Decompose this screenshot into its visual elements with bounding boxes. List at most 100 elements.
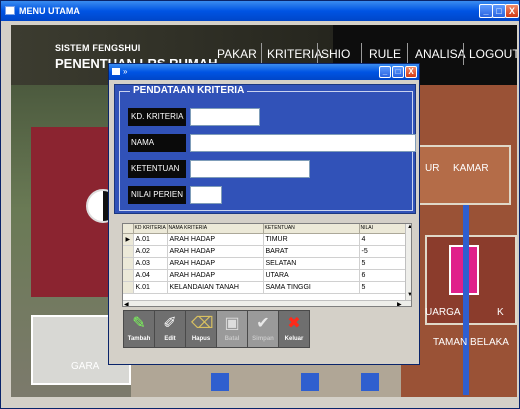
table-cell[interactable]: A.04 [133, 269, 168, 282]
table-cell[interactable]: ARAH HADAP [167, 257, 264, 270]
horizontal-scrollbar[interactable]: ◀ ▶ [123, 300, 411, 306]
nilai-perien-label: NILAI PERIEN [128, 186, 186, 204]
nav-logout[interactable]: LOGOUT [469, 47, 517, 61]
nav-analisa[interactable]: ANALISA [415, 47, 466, 61]
room-label: UARGA [425, 307, 461, 318]
close-button[interactable]: X [505, 4, 519, 18]
table-row[interactable]: A.03 ARAH HADAP SELATAN 5 [123, 257, 406, 270]
form-group: PENDATAAN KRITERIA KD. KRITERIA NAMA KET… [119, 85, 416, 211]
ketentuan-field[interactable] [190, 160, 310, 178]
button-label: Keluar [284, 336, 304, 342]
row-selector [123, 245, 134, 258]
pen-icon: ✎ [132, 315, 146, 332]
button-label: Simpan [252, 336, 274, 342]
nav-kriteria[interactable]: KRITERIA [267, 47, 322, 61]
kd-kriteria-label: KD. KRITERIA [128, 108, 186, 126]
button-label: Batal [224, 336, 240, 342]
table-cell[interactable]: 5 [359, 281, 406, 294]
table-cell[interactable]: BARAT [263, 245, 360, 258]
button-label: Hapus [191, 336, 211, 342]
grid-corner [123, 224, 134, 234]
kd-kriteria-field[interactable] [190, 108, 260, 126]
table-cell[interactable]: SELATAN [263, 257, 360, 270]
table-cell[interactable]: A.01 [133, 233, 168, 246]
vertical-scrollbar[interactable]: ▲ ▼ [405, 224, 411, 300]
button-label: Edit [164, 336, 176, 342]
column-header[interactable]: NAMA KRITERIA [167, 224, 264, 234]
action-toolbar: ✎ Tambah ✐ Edit ⌫ Hapus ▣ Batal ✔ Simpan… [123, 310, 310, 348]
arrow-path-image [463, 205, 469, 395]
table-cell[interactable]: TIMUR [263, 233, 360, 246]
app-icon [5, 6, 15, 15]
edit-button[interactable]: ✐ Edit [154, 310, 186, 348]
hapus-button[interactable]: ⌫ Hapus [185, 310, 217, 348]
batal-button[interactable]: ▣ Batal [216, 310, 248, 348]
nav-shio[interactable]: SHIO [321, 47, 350, 61]
row-selector [123, 257, 134, 270]
nav-divider [317, 43, 318, 65]
table-row[interactable]: A.02 ARAH HADAP BARAT -5 [123, 245, 406, 258]
room-label: TAMAN BELAKA [433, 337, 509, 348]
kriteria-dialog: » _ □ X PENDATAAN KRITERIA KD. KRITERIA … [108, 63, 420, 365]
room-label: GARA [71, 361, 100, 372]
scroll-up-icon[interactable]: ▲ [407, 224, 411, 230]
dialog-titlebar: » _ □ X [109, 64, 419, 80]
arrow-image [361, 373, 379, 391]
scroll-left-icon[interactable]: ◀ [124, 301, 129, 306]
room-label: UR [425, 163, 440, 174]
table-cell[interactable]: 6 [359, 269, 406, 282]
column-header[interactable]: KD KRITERIA [133, 224, 168, 234]
table-row[interactable]: K.01 KELANDAIAN TANAH SAMA TINGGI 5 [123, 281, 406, 294]
nav-divider [261, 43, 262, 65]
checkmark-icon: ✔ [256, 315, 270, 332]
table-cell[interactable]: -5 [359, 245, 406, 258]
window-titlebar: MENU UTAMA _ □ X [1, 1, 519, 21]
form-panel: PENDATAAN KRITERIA KD. KRITERIA NAMA KET… [114, 84, 416, 214]
table-cell[interactable]: SAMA TINGGI [263, 281, 360, 294]
nama-field[interactable] [190, 134, 416, 152]
room-label: KAMAR [453, 163, 489, 174]
arrow-image [301, 373, 319, 391]
table-cell[interactable]: UTARA [263, 269, 360, 282]
dialog-close-button[interactable]: X [405, 66, 417, 78]
table-cell[interactable]: ARAH HADAP [167, 245, 264, 258]
tambah-button[interactable]: ✎ Tambah [123, 310, 155, 348]
table-cell[interactable]: 4 [359, 233, 406, 246]
dialog-icon [112, 68, 120, 75]
table-cell[interactable]: KELANDAIAN TANAH [167, 281, 264, 294]
nav-rule[interactable]: RULE [369, 47, 401, 61]
system-title: SISTEM FENGSHUI [55, 43, 141, 53]
table-row[interactable]: A.04 ARAH HADAP UTARA 6 [123, 269, 406, 282]
edit-icon: ✐ [163, 315, 177, 332]
column-header[interactable]: NILAI [359, 224, 406, 234]
nav-divider [361, 43, 362, 65]
simpan-button[interactable]: ✔ Simpan [247, 310, 279, 348]
ketentuan-label: KETENTUAN [128, 160, 186, 178]
group-title: PENDATAAN KRITERIA [130, 85, 248, 96]
nav-pakar[interactable]: PAKAR [217, 47, 257, 61]
column-header[interactable]: KETENTUAN [263, 224, 360, 234]
cancel-icon: ▣ [224, 315, 240, 332]
table-cell[interactable]: 5 [359, 257, 406, 270]
keluar-button[interactable]: ✖ Keluar [278, 310, 310, 348]
dialog-title: » [123, 67, 128, 76]
delete-icon: ⌫ [191, 315, 214, 332]
window-title: MENU UTAMA [19, 6, 80, 16]
table-cell[interactable]: K.01 [133, 281, 168, 294]
room-label: K [497, 307, 504, 318]
table-cell[interactable]: ARAH HADAP [167, 269, 264, 282]
table-row[interactable]: ▶ A.01 ARAH HADAP TIMUR 4 [123, 233, 406, 246]
table-cell[interactable]: A.03 [133, 257, 168, 270]
maximize-button[interactable]: □ [492, 4, 506, 18]
dialog-maximize-button[interactable]: □ [392, 66, 404, 78]
grid-header-row: KD KRITERIA NAMA KRITERIA KETENTUAN NILA… [123, 224, 406, 234]
dialog-minimize-button[interactable]: _ [379, 66, 391, 78]
scroll-right-icon[interactable]: ▶ [397, 301, 402, 306]
nilai-perien-field[interactable] [190, 186, 222, 204]
table-cell[interactable]: ARAH HADAP [167, 233, 264, 246]
table-cell[interactable]: A.02 [133, 245, 168, 258]
main-window: MENU UTAMA _ □ X SISTEM FENGSHUI PENENTU… [0, 0, 520, 409]
minimize-button[interactable]: _ [479, 4, 493, 18]
scroll-down-icon[interactable]: ▼ [407, 292, 411, 298]
kriteria-grid[interactable]: KD KRITERIA NAMA KRITERIA KETENTUAN NILA… [122, 223, 412, 307]
